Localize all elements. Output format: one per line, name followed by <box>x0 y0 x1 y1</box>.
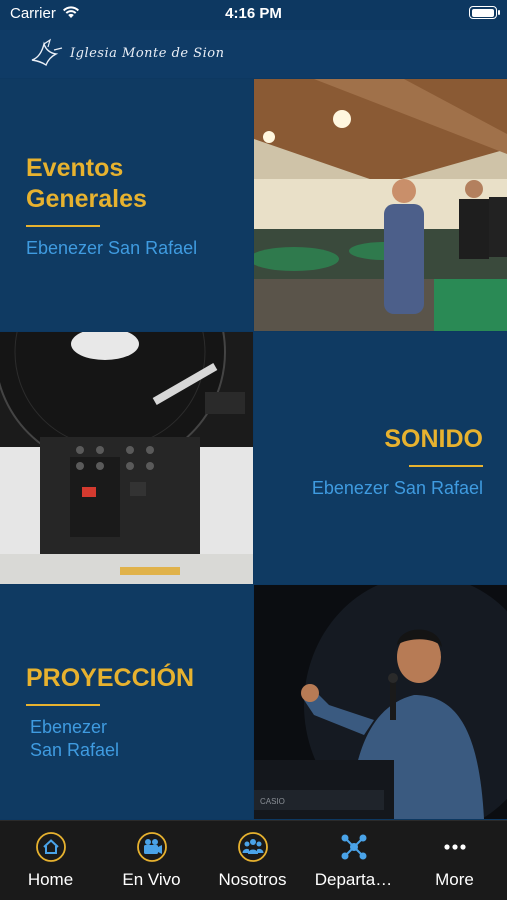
category-text-sonido: SONIDO Ebenezer San Rafael <box>312 424 483 500</box>
category-card-sonido[interactable]: SONIDO Ebenezer San Rafael <box>254 332 507 584</box>
preacher-photo[interactable]: CASIO <box>254 585 507 819</box>
tab-en-vivo[interactable]: En Vivo <box>101 821 202 900</box>
category-divider <box>26 704 100 706</box>
category-grid: Eventos Generales Ebenezer San Rafael SO… <box>0 79 507 819</box>
clock: 4:16 PM <box>225 5 282 22</box>
tab-label: More <box>435 870 474 889</box>
event-photo[interactable] <box>254 79 507 331</box>
tab-label: Departa… <box>314 870 393 889</box>
tab-bar: Home En Vivo Nosotros Departa… More <box>0 820 507 900</box>
category-subtitle: Ebenezer San Rafael <box>26 238 198 258</box>
category-text-proyeccion: PROYECCIÓN Ebenezer San Rafael <box>26 663 194 762</box>
app-screen: Carrier 4:16 PM Iglesia Monte de Sion Ev… <box>0 0 507 900</box>
status-bar: Carrier 4:16 PM <box>0 0 507 30</box>
preacher-photo-image: CASIO <box>254 585 507 819</box>
category-subtitle: Ebenezer San Rafael <box>30 717 120 760</box>
dove-icon <box>31 38 63 67</box>
tab-label: Nosotros <box>218 870 287 889</box>
category-card-proyeccion[interactable]: PROYECCIÓN Ebenezer San Rafael <box>0 585 253 819</box>
category-divider <box>26 225 100 227</box>
network-icon <box>341 834 366 860</box>
category-title: PROYECCIÓN <box>26 664 195 692</box>
tab-label: En Vivo <box>122 870 181 889</box>
tab-nosotros[interactable]: Nosotros <box>202 821 303 900</box>
battery-icon <box>469 6 500 19</box>
event-photo-image <box>254 79 507 331</box>
mixer-photo[interactable] <box>0 332 253 584</box>
group-icon <box>237 832 268 862</box>
mixer-photo-image <box>0 332 253 584</box>
home-icon <box>35 832 66 862</box>
church-logo: Iglesia Monte de Sion <box>30 36 225 70</box>
category-title: SONIDO <box>384 425 483 453</box>
svg-text:CASIO: CASIO <box>260 797 285 806</box>
tab-departamentos[interactable]: Departa… <box>303 821 404 900</box>
logo-text: Iglesia Monte de Sion <box>70 45 225 61</box>
tab-label: Home <box>27 870 74 889</box>
category-subtitle: Ebenezer San Rafael <box>311 478 483 498</box>
tab-more[interactable]: More <box>404 821 505 900</box>
category-title: Eventos Generales <box>26 154 147 213</box>
video-camera-icon <box>136 832 167 862</box>
category-text-eventos: Eventos Generales Ebenezer San Rafael <box>26 153 197 260</box>
category-divider <box>409 465 483 467</box>
app-header: Iglesia Monte de Sion <box>0 30 507 78</box>
tab-home[interactable]: Home <box>0 821 101 900</box>
battery-level <box>471 8 494 17</box>
more-dots-icon <box>443 844 466 850</box>
category-card-eventos[interactable]: Eventos Generales Ebenezer San Rafael <box>0 79 253 331</box>
